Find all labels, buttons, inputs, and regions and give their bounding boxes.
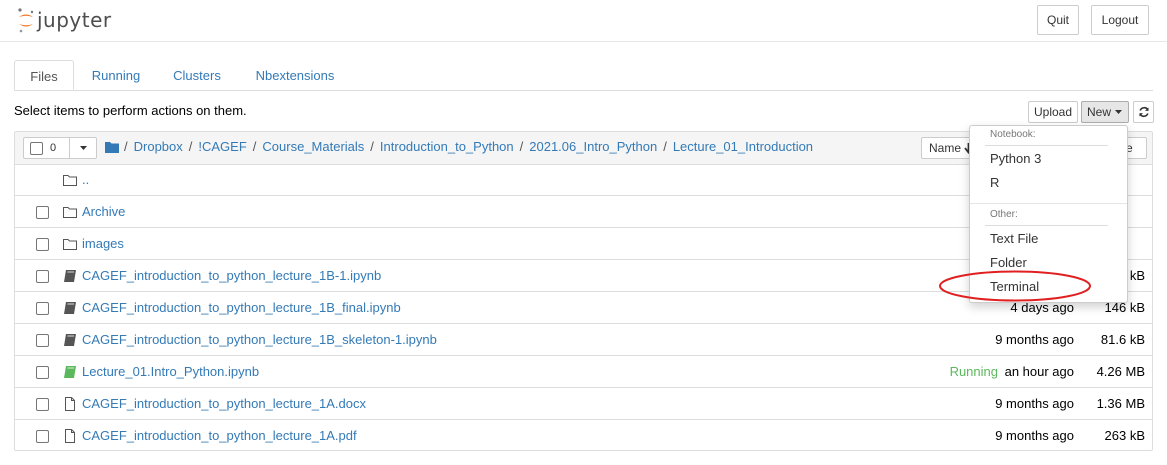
file-size: 81.6 kB [1100,332,1145,347]
file-name[interactable]: CAGEF_introduction_to_python_lecture_1B_… [82,332,437,347]
menu-item-r[interactable]: R [990,175,999,190]
sort-name-label: Name [928,141,961,155]
file-name[interactable]: Lecture_01.Intro_Python.ipynb [82,364,259,379]
list-item[interactable]: CAGEF_introduction_to_python_lecture_1A.… [15,388,1152,420]
caret-down-icon [79,146,87,150]
logout-button[interactable]: Logout [1091,5,1149,35]
refresh-icon [1138,106,1149,118]
breadcrumb-separator: / [519,139,524,154]
file-modified: 9 months ago [995,396,1074,411]
folder-icon [63,207,77,218]
breadcrumb-item[interactable]: Dropbox [134,139,183,154]
tab-nbextensions[interactable]: Nbextensions [246,60,344,90]
new-dropdown-menu: Notebook: Python 3 R Other: Text File Fo… [969,125,1128,303]
file-size: 4.26 MB [1096,364,1145,379]
folder-icon[interactable] [105,141,119,153]
breadcrumb-separator: / [370,139,374,154]
file-name[interactable]: CAGEF_introduction_to_python_lecture_1A.… [82,428,357,443]
row-checkbox[interactable] [36,334,49,347]
menu-separator [970,203,1127,204]
file-size: 1.36 MB [1096,396,1145,411]
list-item[interactable]: Lecture_01.Intro_Python.ipynb Running an… [15,356,1152,388]
menu-item-terminal[interactable]: Terminal [990,279,1039,294]
file-name[interactable]: CAGEF_introduction_to_python_lecture_1B_… [82,300,401,315]
file-name[interactable]: .. [82,172,89,187]
notebook-icon [64,334,76,346]
file-name[interactable]: Archive [82,204,125,219]
tab-files[interactable]: Files [14,60,74,90]
breadcrumb-item[interactable]: Introduction_to_Python [380,139,514,154]
select-all-checkbox[interactable]: 0 [23,137,70,159]
file-icon [65,397,75,411]
file-modified: 9 months ago [995,332,1074,347]
menu-divider [985,145,1108,146]
logo-text: jupyter [37,8,112,32]
menu-divider [985,225,1108,226]
tab-clusters[interactable]: Clusters [164,60,230,90]
running-notebook-icon [64,366,76,378]
quit-button[interactable]: Quit [1037,5,1079,35]
file-modified: 9 months ago [995,428,1074,443]
refresh-button[interactable] [1133,101,1154,123]
menu-item-python3[interactable]: Python 3 [990,151,1041,166]
jupyter-logo[interactable]: jupyter [17,5,112,35]
list-item[interactable]: CAGEF_introduction_to_python_lecture_1B_… [15,324,1152,356]
checkbox-icon [30,141,43,155]
tab-running[interactable]: Running [80,60,152,90]
breadcrumb-item[interactable]: Course_Materials [262,139,364,154]
menu-item-text-file[interactable]: Text File [990,231,1038,246]
breadcrumb-separator: / [252,139,257,154]
header-bar: jupyter Quit Logout [0,0,1167,42]
new-button[interactable]: New [1081,101,1129,123]
breadcrumb-item[interactable]: 2021.06_Intro_Python [529,139,657,154]
row-checkbox[interactable] [36,206,49,219]
list-item[interactable]: CAGEF_introduction_to_python_lecture_1A.… [15,420,1152,452]
running-status: Running [949,364,998,379]
row-checkbox[interactable] [36,302,49,315]
file-name[interactable]: CAGEF_introduction_to_python_lecture_1B-… [82,268,381,283]
file-modified: an hour ago [1004,364,1074,379]
breadcrumb-separator: / [188,139,193,154]
file-name[interactable]: images [82,236,124,251]
breadcrumb: / Dropbox / !CAGEF / Course_Materials / … [105,139,813,154]
caret-down-icon [1115,110,1122,114]
folder-icon [63,239,77,250]
row-checkbox[interactable] [36,270,49,283]
breadcrumb-separator: / [124,139,128,154]
menu-header-other: Other: [990,209,1018,220]
selected-count: 0 [50,142,57,154]
row-checkbox[interactable] [36,238,49,251]
select-message: Select items to perform actions on them. [14,103,247,118]
select-menu-toggle[interactable] [70,137,97,159]
row-checkbox[interactable] [36,398,49,411]
file-size: 263 kB [1104,428,1145,443]
breadcrumb-separator: / [663,139,667,154]
menu-header-notebook: Notebook: [990,129,1036,140]
menu-item-folder[interactable]: Folder [990,255,1027,270]
row-checkbox[interactable] [36,430,49,443]
upload-button[interactable]: Upload [1028,101,1078,123]
tab-bar: Files Running Clusters Nbextensions [14,60,1153,91]
folder-open-icon [63,175,77,186]
breadcrumb-item[interactable]: !CAGEF [198,139,246,154]
file-icon [65,429,75,443]
file-size: kB [1129,268,1145,283]
file-name[interactable]: CAGEF_introduction_to_python_lecture_1A.… [82,396,366,411]
new-button-label: New [1086,105,1111,119]
jupyter-logo-icon [18,8,34,33]
notebook-icon [64,270,76,282]
breadcrumb-item[interactable]: Lecture_01_Introduction [673,139,813,154]
notebook-icon [64,302,76,314]
select-all-control: 0 [23,137,97,159]
row-checkbox[interactable] [36,366,49,379]
